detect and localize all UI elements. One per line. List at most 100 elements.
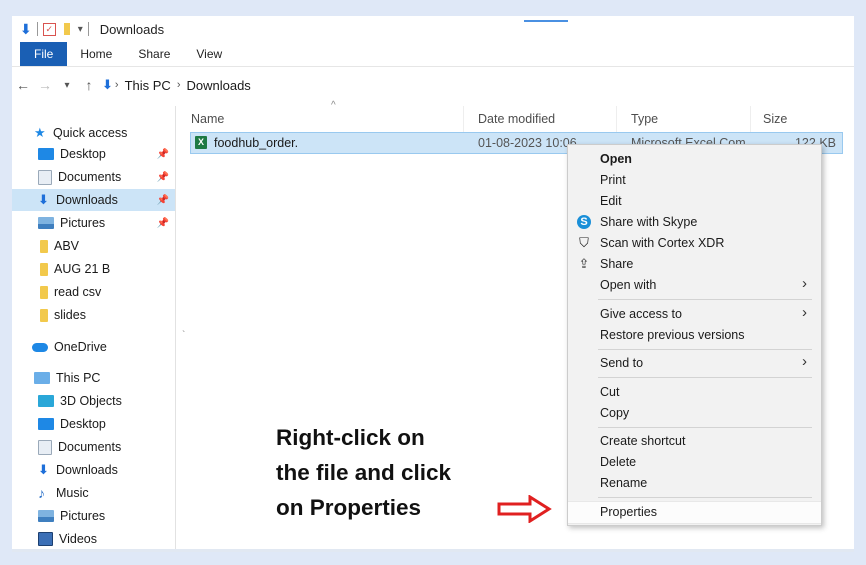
nav-label: slides: [54, 308, 86, 322]
menu-label: Share with Skype: [600, 215, 698, 229]
nav-label: Pictures: [60, 509, 106, 523]
nav-item-3d-objects[interactable]: 3D Objects: [12, 390, 175, 412]
menu-label: Copy: [600, 406, 630, 420]
menu-item-cut[interactable]: Cut: [568, 382, 821, 403]
menu-item-delete[interactable]: Delete: [568, 452, 821, 473]
chevron-right-icon: ›: [802, 275, 807, 292]
pictures-icon: [38, 510, 54, 522]
nav-item-pc-pictures[interactable]: Pictures: [12, 505, 175, 527]
download-arrow-icon: ⬇: [38, 462, 49, 477]
nav-onedrive[interactable]: OneDrive: [12, 336, 175, 358]
nav-item-slides[interactable]: slides: [12, 304, 175, 326]
nav-label: Pictures: [60, 216, 106, 230]
column-headers: ^ Name Date modified Type Size: [176, 100, 854, 132]
skype-icon: S: [577, 215, 591, 229]
tab-share[interactable]: Share: [125, 42, 183, 66]
music-icon: ♪: [38, 485, 45, 501]
menu-item-print[interactable]: Print: [568, 170, 821, 191]
videos-icon: [38, 532, 53, 546]
menu-label: Delete: [600, 455, 637, 469]
menu-label: Properties: [600, 505, 657, 519]
menu-item-open-with[interactable]: Open with ›: [568, 275, 821, 296]
nav-item-read-csv[interactable]: read csv: [12, 281, 175, 303]
menu-divider: [598, 427, 812, 428]
tab-file[interactable]: File: [20, 42, 68, 66]
tab-home[interactable]: Home: [67, 42, 125, 66]
menu-item-copy[interactable]: Copy: [568, 403, 821, 424]
menu-item-share[interactable]: ⇪ Share: [568, 254, 821, 275]
nav-label: read csv: [54, 285, 102, 299]
breadcrumb-this-pc[interactable]: This PC: [125, 78, 171, 93]
forward-arrow-icon[interactable]: →: [34, 77, 56, 93]
menu-item-properties[interactable]: Properties: [568, 501, 821, 524]
nav-item-desktop[interactable]: Desktop 📌: [12, 143, 175, 165]
file-date: 01-08-2023 10:06: [478, 136, 577, 150]
download-arrow-icon: ⬇: [20, 20, 32, 37]
recent-locations-dropdown-icon[interactable]: ▾: [56, 80, 78, 91]
menu-item-share-skype[interactable]: S Share with Skype: [568, 212, 821, 233]
nav-item-downloads[interactable]: ⬇ Downloads 📌: [12, 189, 175, 211]
column-divider[interactable]: [463, 106, 464, 132]
column-name[interactable]: Name: [191, 112, 224, 126]
cloud-icon: [32, 342, 48, 352]
nav-label: This PC: [56, 371, 101, 385]
instruction-annotation: Right-click on the file and click on Pro…: [276, 420, 451, 525]
pin-icon[interactable]: 📌: [157, 149, 169, 160]
desktop-icon: [38, 418, 54, 430]
excel-file-icon: X: [195, 136, 207, 149]
menu-item-give-access[interactable]: Give access to ›: [568, 304, 821, 325]
divider: [36, 22, 38, 36]
tab-view[interactable]: View: [183, 42, 235, 66]
menu-item-rename[interactable]: Rename: [568, 473, 821, 494]
desktop-icon: [38, 148, 54, 160]
nav-item-pc-desktop[interactable]: Desktop: [12, 413, 175, 435]
nav-item-pictures[interactable]: Pictures 📌: [12, 212, 175, 234]
file-name: foodhub_order.: [214, 136, 299, 150]
window-border: [12, 549, 854, 552]
scroll-marker: `: [182, 330, 186, 341]
menu-divider: [598, 497, 812, 498]
pin-icon[interactable]: 📌: [157, 218, 169, 229]
column-divider[interactable]: [616, 106, 617, 132]
quick-access-dropdown-icon[interactable]: ▾: [78, 24, 83, 35]
3d-objects-icon: [38, 395, 54, 407]
pin-icon[interactable]: 📌: [157, 172, 169, 183]
breadcrumb-downloads[interactable]: Downloads: [186, 78, 250, 93]
accent-line: [524, 20, 568, 22]
menu-item-scan-cortex[interactable]: ⛉ Scan with Cortex XDR: [568, 233, 821, 254]
folder-icon[interactable]: [63, 23, 70, 35]
download-arrow-icon: ⬇: [38, 192, 49, 207]
menu-label: Create shortcut: [600, 434, 686, 448]
chevron-right-icon: ›: [176, 79, 181, 91]
column-type[interactable]: Type: [631, 112, 658, 126]
nav-item-abv[interactable]: ABV: [12, 235, 175, 257]
menu-item-edit[interactable]: Edit: [568, 191, 821, 212]
back-arrow-icon[interactable]: ←: [12, 77, 34, 93]
column-date-modified[interactable]: Date modified: [478, 112, 555, 126]
nav-item-documents[interactable]: Documents 📌: [12, 166, 175, 188]
nav-item-pc-documents[interactable]: Documents: [12, 436, 175, 458]
up-arrow-icon[interactable]: ↑: [78, 77, 100, 93]
menu-label: Share: [600, 257, 634, 271]
computer-icon: [34, 372, 50, 384]
nav-label: 3D Objects: [60, 394, 122, 408]
nav-item-aug21b[interactable]: AUG 21 B: [12, 258, 175, 280]
menu-item-send-to[interactable]: Send to ›: [568, 353, 821, 374]
column-size[interactable]: Size: [763, 112, 787, 126]
folder-icon: [40, 262, 48, 276]
nav-item-music[interactable]: ♪ Music: [12, 482, 175, 504]
menu-item-restore[interactable]: Restore previous versions: [568, 325, 821, 346]
column-divider[interactable]: [750, 106, 751, 132]
nav-this-pc[interactable]: This PC: [12, 367, 175, 389]
nav-label: AUG 21 B: [54, 262, 111, 276]
nav-item-pc-downloads[interactable]: ⬇ Downloads: [12, 459, 175, 481]
nav-quick-access[interactable]: ★ Quick access: [12, 122, 175, 144]
star-icon: ★: [34, 125, 46, 140]
checkbox-icon[interactable]: ✓: [42, 22, 56, 36]
menu-label: Open with: [600, 278, 657, 292]
menu-item-open[interactable]: Open: [568, 149, 821, 170]
pin-icon[interactable]: 📌: [157, 195, 169, 206]
menu-label: Scan with Cortex XDR: [600, 236, 725, 250]
menu-item-create-shortcut[interactable]: Create shortcut: [568, 431, 821, 452]
nav-item-videos[interactable]: Videos: [12, 528, 175, 550]
